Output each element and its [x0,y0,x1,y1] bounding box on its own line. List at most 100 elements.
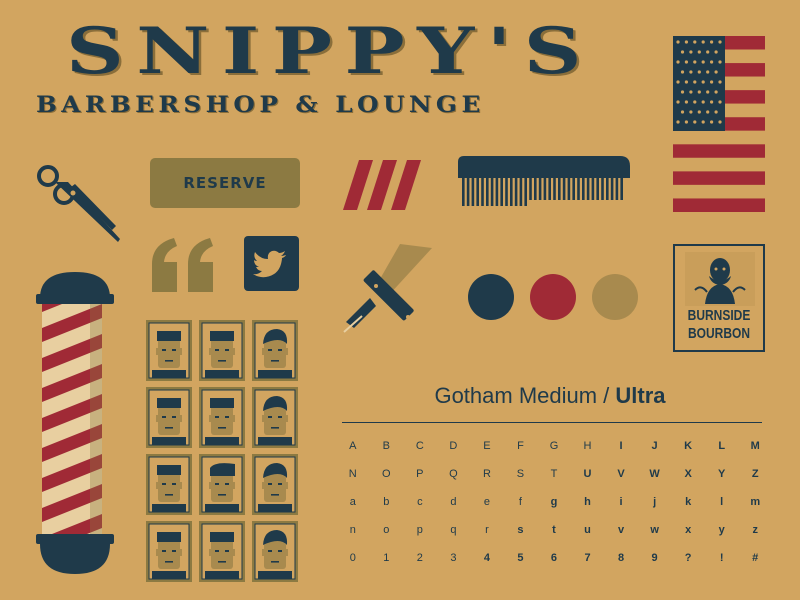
glyph: d [450,496,457,508]
stripes-icon [343,160,421,210]
twitter-button[interactable] [244,236,299,291]
type-specimen-title: Gotham Medium / Ultra [340,383,760,409]
barber-pole-icon [36,272,114,574]
glyph: E [483,440,491,452]
glyph: B [382,440,390,452]
glyph: J [651,440,658,452]
glyph: L [718,440,726,452]
portrait-grid [146,320,298,582]
logo-title: SNIPPY'S [66,20,606,100]
glyph: 1 [383,552,390,564]
portrait-card [199,320,245,381]
portrait-card [146,387,192,448]
glyph: 9 [651,552,658,564]
glyph: ? [684,552,692,564]
glyph: q [450,524,457,536]
glyph: v [618,524,625,536]
glyph: b [383,496,390,508]
glyph: P [416,468,424,480]
glyph: 4 [483,552,490,564]
glyph: O [382,468,391,480]
glyph: s [517,524,524,536]
glyph: z [752,524,758,536]
glyph: 8 [618,552,625,564]
comb-icon [458,156,630,206]
swatch-navy [468,274,514,320]
type-bold-name: Ultra [615,383,666,408]
glyph: S [516,468,525,480]
portrait-card [199,521,245,582]
glyph: f [518,496,522,508]
glyph: k [685,496,692,508]
glyph: C [415,440,424,452]
glyph: T [550,468,558,480]
portrait-grid-svg [146,320,298,582]
swatch-red [530,274,576,320]
glyph: F [517,440,524,452]
glyph: ! [719,552,724,564]
logo-subtitle: BARBERSHOP & LOUNGE [36,92,485,118]
glyph: X [684,468,692,480]
glyph: Z [751,468,759,480]
glyph: e [483,496,490,508]
glyph: r [485,524,489,536]
glyph: y [718,524,725,536]
glyph: j [653,496,657,508]
portrait-card [146,320,192,381]
glyph: R [482,468,491,480]
razor-icon [343,244,432,333]
bourbon-badge: BURNSIDE BOURBON [673,244,765,352]
glyph: U [583,468,592,480]
glyph: w [650,524,659,536]
portrait-card [146,454,192,515]
portrait-card [146,521,192,582]
us-flag-icon [673,36,765,212]
scissors-icon[interactable] [34,160,124,245]
portrait-card [252,320,298,381]
portrait-card [199,454,245,515]
swatch-gold [592,274,638,320]
glyph: H [583,440,592,452]
glyph: m [750,496,761,508]
glyph: W [649,468,660,480]
glyph-grid: A B C D E F G H I J K L M N O P Q R S T U V W X Y Za b c d e f g h i j k l m n… [336,437,772,577]
glyph: N [348,468,357,480]
portrait-card [252,387,298,448]
glyph: D [449,440,458,452]
portrait-icon [685,252,755,306]
glyph: l [720,496,724,508]
glyph: i [619,496,623,508]
portrait-card [199,387,245,448]
glyph: # [752,552,759,564]
badge-line1: BURNSIDE [687,307,751,324]
quote-icon [152,238,213,292]
glyph: g [550,496,558,508]
glyph: h [584,496,591,508]
glyph: M [750,440,760,452]
glyph: Q [449,468,458,480]
glyph: G [549,440,559,452]
glyph: p [416,524,423,536]
glyph: 3 [450,552,457,564]
glyph: 6 [550,552,558,564]
portrait-card [252,454,298,515]
glyph: I [619,440,623,452]
glyph: o [383,524,390,536]
glyph: x [685,524,692,536]
reserve-button[interactable]: RESERVE [150,158,300,208]
glyph: u [584,524,591,536]
type-divider [342,422,762,423]
twitter-icon [253,250,286,278]
glyph: 2 [416,552,423,564]
glyph: K [684,440,693,452]
glyph: V [617,468,625,480]
glyph: 5 [517,552,524,564]
type-regular-name: Gotham Medium / [434,383,610,408]
portrait-card [252,521,298,582]
glyph: a [349,496,356,508]
glyph: 7 [584,552,591,564]
glyph: t [552,524,556,536]
glyph: A [349,440,357,452]
glyph: 0 [349,552,356,564]
logo-title-text: SNIPPY'S [66,14,595,89]
